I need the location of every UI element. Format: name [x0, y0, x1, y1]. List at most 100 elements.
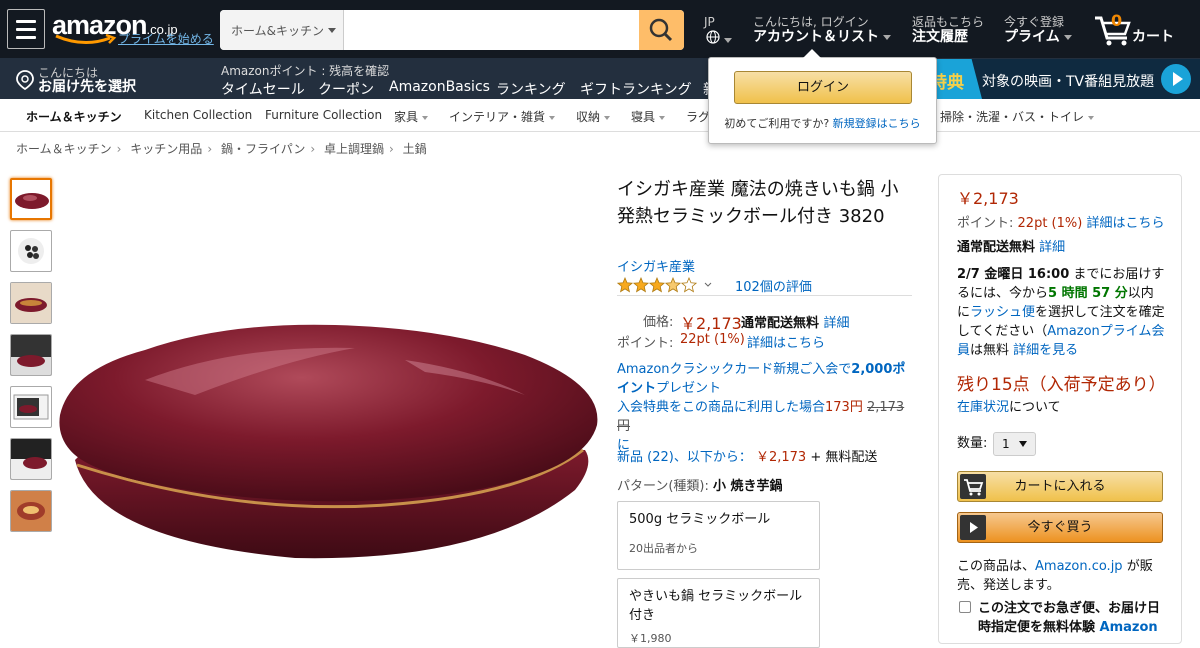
breadcrumb: ホーム＆キッチン › キッチン用品 › 鍋・フライパン › 卓上調理鍋 › 土鍋 [16, 142, 427, 156]
promo-badge: 特典 [930, 59, 982, 99]
variant-option[interactable]: 500g セラミックボール 20出品者から [617, 501, 820, 570]
returns-label: 返品もこちら [912, 15, 985, 29]
thumbnail-image[interactable] [10, 438, 52, 480]
search-category-dropdown[interactable]: ホーム&キッチン [220, 10, 344, 50]
buybox-points: ポイント: 22pt (1%) 詳細はこちら [957, 216, 1165, 231]
category-bedding[interactable]: 寝具 [631, 108, 666, 125]
category-cleaning[interactable]: 掃除・洗濯・バス・トイレ [940, 108, 1095, 125]
nav-link-amazonbasics[interactable]: AmazonBasics [389, 79, 490, 95]
language-selector[interactable] [706, 30, 732, 48]
stock-status-link[interactable]: 在庫状況 [957, 400, 1009, 415]
new-offers-link[interactable]: 新品 (22)、以下から： [617, 450, 752, 465]
chevron-down-icon [704, 282, 712, 287]
thumbnail-image[interactable] [10, 230, 52, 272]
smile-arrow-icon [55, 34, 117, 44]
buy-now-button[interactable]: 今すぐ買う [957, 512, 1163, 543]
breadcrumb-item[interactable]: 鍋・フライパン [221, 142, 305, 156]
cart-link[interactable]: カート [1132, 29, 1174, 45]
amazon-prime-link[interactable]: Amazon [1100, 620, 1158, 635]
caret-down-icon [604, 115, 611, 120]
nav-link-timesale[interactable]: タイムセール [221, 79, 305, 99]
rush-trial-text: この注文でお急ぎ便、お届け日時指定便を無料体験 Amazon [978, 601, 1161, 635]
nav-link-coupon[interactable]: クーポン [318, 79, 374, 99]
search-button[interactable] [639, 10, 684, 50]
pattern-label: パターン(種類): 小 焼き芋鍋 [617, 479, 783, 494]
caret-down-icon [659, 115, 666, 120]
caret-down-icon [1063, 34, 1072, 40]
seller-link[interactable]: Amazon.co.jp [1035, 559, 1123, 574]
globe-icon [706, 30, 720, 44]
thumbnail-image[interactable] [10, 490, 52, 532]
rating-star [664, 277, 682, 293]
star-rating-icon[interactable] [617, 277, 717, 293]
points-value: 22pt (1%) [680, 332, 745, 347]
breadcrumb-item[interactable]: キッチン用品 [130, 142, 202, 156]
main-product-image[interactable] [55, 300, 603, 590]
nav-link-gift-ranking[interactable]: ギフトランキング [580, 79, 692, 99]
rating-star [648, 277, 666, 293]
prime-menu[interactable]: プライム [1004, 29, 1072, 45]
buybox-points-link[interactable]: 詳細はこちら [1086, 216, 1164, 231]
caret-down-icon [1088, 115, 1095, 120]
thumbnail-image[interactable] [10, 386, 52, 428]
stock-status: 残り15点（入荷予定あり） [957, 375, 1166, 395]
category-rug[interactable]: ラグ [686, 108, 710, 125]
quantity-select[interactable]: 1 [993, 432, 1036, 456]
search-input[interactable] [344, 10, 638, 50]
deliver-to-selector[interactable]: こんにちは お届け先を選択 [16, 66, 136, 94]
category-kitchen-collection[interactable]: Kitchen Collection [144, 108, 252, 122]
language-label: JP [704, 15, 715, 29]
product-title: イシガキ産業 魔法の焼きいも鍋 小 発熱セラミックボール付き 3820 [617, 179, 899, 227]
points-balance-link[interactable]: Amazonポイント : 残高を確認 [221, 62, 389, 79]
caret-down-icon [724, 38, 732, 43]
rush-delivery-link[interactable]: ラッシュ便 [970, 305, 1035, 320]
category-home-kitchen[interactable]: ホーム＆キッチン [26, 108, 122, 125]
account-flyout: ログイン 初めてご利用ですか? 新規登録はこちら [708, 49, 937, 144]
buybox-shipping: 通常配送無料 詳細 [957, 240, 1066, 255]
thumbnail-image[interactable] [10, 334, 52, 376]
category-interior[interactable]: インテリア・雑貨 [449, 108, 556, 125]
prime-video-promo[interactable]: 特典 対象の映画・TV番組見放題 [930, 59, 1200, 99]
category-bar: ホーム＆キッチン Kitchen Collection Furniture Co… [0, 99, 1200, 132]
prime-signup-link[interactable]: プライムを始める [118, 30, 214, 47]
category-furniture[interactable]: 家具 [394, 108, 429, 125]
buybox-price: ￥2,173 [957, 189, 1019, 208]
caret-down-icon [549, 115, 556, 120]
nav-link-ranking[interactable]: ランキング [496, 79, 566, 99]
orders-link[interactable]: 注文履歴 [912, 29, 968, 45]
search-bar: ホーム&キッチン [220, 10, 684, 50]
review-count-link[interactable]: 102個の評価 [735, 276, 812, 295]
buybox-shipping-link[interactable]: 詳細 [1039, 240, 1065, 255]
rating-star [632, 277, 650, 293]
product-price: ￥2,173 [680, 314, 742, 333]
account-lists-menu[interactable]: アカウント＆リスト [753, 29, 891, 45]
free-shipping-text: 通常配送無料 詳細 [741, 316, 850, 331]
cart-icon [960, 474, 986, 499]
divider [617, 295, 912, 296]
category-furniture-collection[interactable]: Furniture Collection [265, 108, 382, 122]
rating-star [617, 277, 634, 293]
stock-info: 在庫状況について [957, 400, 1061, 415]
shipping-details-link[interactable]: 詳細 [824, 316, 850, 331]
thumbnail-image[interactable] [10, 178, 52, 220]
points-details-link[interactable]: 詳細はこちら [747, 332, 825, 351]
new-offers: 新品 (22)、以下から： ￥2,173 + 無料配送 [617, 450, 878, 465]
points-label: ポイント: [617, 336, 674, 351]
variant-option[interactable]: やきいも鍋 セラミックボール付き ￥1,980 [617, 578, 820, 648]
promo-text: 対象の映画・TV番組見放題 [982, 74, 1155, 90]
thumbnail-image[interactable] [10, 282, 52, 324]
register-link[interactable]: 新規登録はこちら [833, 117, 921, 130]
category-storage[interactable]: 収納 [576, 108, 611, 125]
classic-card-promo[interactable]: Amazonクラシックカード新規ご入会で2,000ポイントプレゼント 入会特典をこ… [617, 360, 909, 455]
login-button[interactable]: ログイン [734, 71, 912, 104]
hamburger-menu-button[interactable] [7, 9, 45, 49]
cart-count-badge: 0 [1111, 11, 1123, 30]
see-more-link[interactable]: 詳細を見る [1013, 343, 1078, 358]
breadcrumb-item[interactable]: ホーム＆キッチン [16, 142, 112, 156]
add-to-cart-button[interactable]: カートに入れる [957, 471, 1163, 502]
rush-trial-checkbox[interactable] [959, 601, 971, 613]
breadcrumb-item[interactable]: 卓上調理鍋 [324, 142, 384, 156]
account-greeting: こんにちは, ログイン [753, 15, 869, 29]
brand-link[interactable]: イシガキ産業 [617, 256, 695, 275]
breadcrumb-item[interactable]: 土鍋 [403, 142, 427, 156]
